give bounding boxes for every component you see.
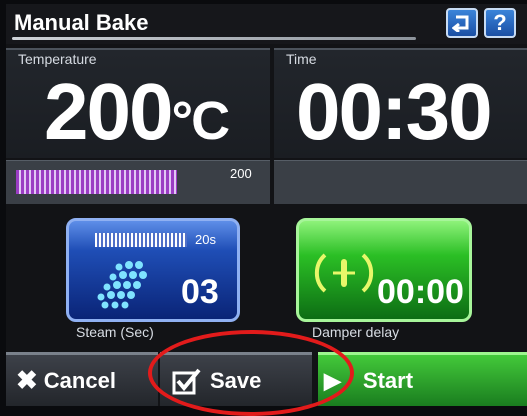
damper-icon bbox=[314, 253, 374, 293]
steam-timer-bar bbox=[95, 233, 187, 247]
steam-button[interactable]: 20s 03 bbox=[66, 218, 240, 322]
checkbox-icon bbox=[172, 368, 201, 394]
title-bar: Manual Bake ? bbox=[6, 4, 527, 44]
close-icon: ✖ bbox=[16, 365, 38, 395]
cancel-button[interactable]: ✖ Cancel bbox=[6, 352, 158, 406]
time-label: Time bbox=[286, 51, 317, 67]
temperature-panel[interactable]: Temperature 200°C bbox=[6, 48, 270, 158]
back-button[interactable] bbox=[446, 8, 478, 38]
time-value: 00:30 bbox=[296, 67, 493, 156]
temperature-value: 200°C bbox=[44, 72, 230, 161]
steam-value: 03 bbox=[181, 273, 219, 311]
play-icon: ▶ bbox=[324, 367, 341, 393]
steam-icon bbox=[97, 261, 147, 309]
temperature-label: Temperature bbox=[18, 51, 97, 67]
page-title: Manual Bake bbox=[14, 10, 149, 35]
temperature-unit: °C bbox=[171, 91, 230, 151]
temperature-bar[interactable]: 200 bbox=[6, 160, 270, 204]
steam-timer-label: 20s bbox=[195, 232, 216, 247]
oven-control-screen: Manual Bake ? Temperature 200°C Time 00:… bbox=[6, 4, 527, 406]
steam-caption: Steam (Sec) bbox=[76, 324, 154, 340]
save-label: Save bbox=[210, 367, 262, 393]
start-button[interactable]: ▶ Start bbox=[318, 352, 527, 406]
save-button[interactable]: Save bbox=[160, 352, 312, 406]
damper-button[interactable]: 00:00 bbox=[296, 218, 472, 322]
cancel-label: Cancel bbox=[43, 367, 116, 393]
temperature-setpoint: 200 bbox=[230, 166, 252, 181]
temperature-bar-fill bbox=[16, 170, 177, 194]
start-label: Start bbox=[362, 367, 414, 393]
temperature-number: 200 bbox=[44, 67, 173, 156]
back-arrow-icon bbox=[452, 15, 469, 32]
damper-value: 00:00 bbox=[377, 273, 464, 311]
damper-caption: Damper delay bbox=[312, 324, 400, 340]
time-bar[interactable] bbox=[274, 160, 527, 204]
time-panel[interactable]: Time 00:30 bbox=[274, 48, 527, 158]
title-underline bbox=[12, 37, 416, 40]
help-button[interactable]: ? bbox=[484, 8, 516, 38]
